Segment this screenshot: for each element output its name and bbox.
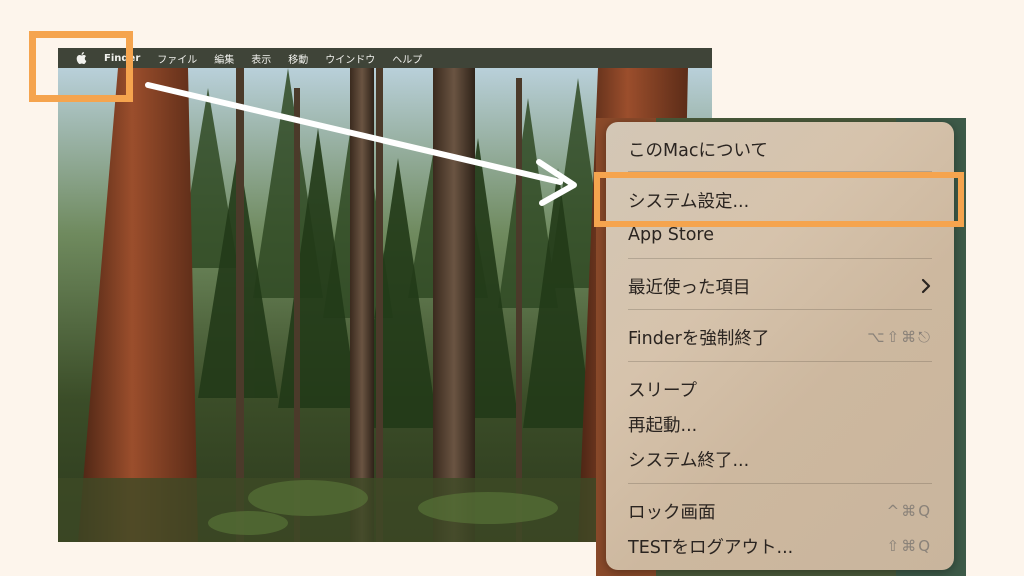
menu-edit[interactable]: 編集: [214, 51, 234, 66]
menu-item-label: Finderを強制終了: [628, 328, 770, 349]
keyboard-shortcut: ⇧⌘Q: [886, 537, 932, 555]
menu-go[interactable]: 移動: [288, 51, 308, 66]
menu-view[interactable]: 表示: [251, 51, 271, 66]
menu-separator: [628, 361, 932, 362]
menu-window[interactable]: ウインドウ: [325, 51, 375, 66]
apple-menu-highlight-box: [29, 31, 133, 102]
menu-item-label: App Store: [628, 225, 715, 245]
system-settings-highlight-box: [594, 172, 964, 227]
menu-separator: [628, 258, 932, 259]
menu-help[interactable]: ヘルプ: [392, 51, 422, 66]
menu-item-label: 最近使った項目: [628, 277, 751, 298]
menu-item-label: TESTをログアウト...: [628, 537, 794, 558]
menu-item-restart[interactable]: 再起動...: [606, 409, 954, 439]
menu-item-about-this-mac[interactable]: このMacについて: [606, 134, 954, 164]
menu-item-label: このMacについて: [628, 140, 768, 161]
menu-item-label: スリープ: [628, 380, 697, 401]
menu-bar: Finder ファイル 編集 表示 移動 ウインドウ ヘルプ: [58, 48, 712, 68]
menu-item-force-quit[interactable]: Finderを強制終了 ⌥⇧⌘⎋: [606, 322, 954, 352]
keyboard-shortcut: ^⌘Q: [886, 502, 932, 520]
menu-item-label: 再起動...: [628, 415, 698, 436]
chevron-right-icon: [921, 278, 931, 294]
menu-separator: [628, 309, 932, 310]
menu-item-recent-items[interactable]: 最近使った項目: [606, 271, 954, 301]
menu-item-shut-down[interactable]: システム終了...: [606, 444, 954, 474]
menu-item-sleep[interactable]: スリープ: [606, 374, 954, 404]
menu-file[interactable]: ファイル: [157, 51, 197, 66]
menu-item-label: システム終了...: [628, 450, 750, 471]
menu-item-log-out[interactable]: TESTをログアウト... ⇧⌘Q: [606, 531, 954, 561]
menu-item-label: ロック画面: [628, 502, 716, 523]
menu-item-lock-screen[interactable]: ロック画面 ^⌘Q: [606, 496, 954, 526]
keyboard-shortcut: ⌥⇧⌘⎋: [867, 328, 932, 346]
menu-separator: [628, 483, 932, 484]
